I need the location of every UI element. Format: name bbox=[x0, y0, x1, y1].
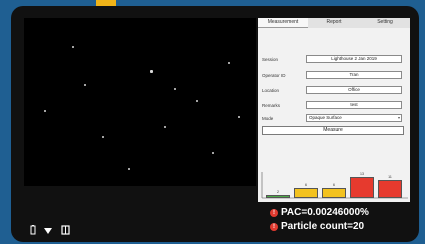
location-field[interactable]: Office bbox=[306, 86, 402, 94]
particle-dot bbox=[128, 168, 130, 170]
operator-field[interactable]: Tran bbox=[306, 71, 402, 79]
operator-label: Operator ID bbox=[262, 73, 286, 78]
session-label: Session bbox=[262, 57, 279, 62]
particle-dot bbox=[228, 62, 230, 64]
location-label: Location bbox=[262, 88, 280, 93]
particle-dot bbox=[44, 110, 46, 112]
chart-bar-value: 6 bbox=[305, 183, 307, 187]
mode-label: Mode bbox=[262, 116, 274, 121]
chart-bar bbox=[266, 195, 290, 198]
particle-dot bbox=[164, 126, 166, 128]
particle-dot bbox=[196, 100, 198, 102]
particle-dot bbox=[174, 88, 176, 90]
battery-icon bbox=[30, 225, 36, 235]
particle-dot bbox=[84, 84, 86, 86]
pac-readout: ! PAC=0.00246000% bbox=[270, 207, 369, 219]
tab-setting[interactable]: Setting bbox=[360, 18, 410, 27]
particle-size-chart: 2 6 6 13 11 bbox=[258, 170, 410, 202]
chevron-down-icon: ▾ bbox=[397, 115, 400, 120]
chart-bar-value: 2 bbox=[277, 190, 279, 194]
particle-dot bbox=[102, 136, 104, 138]
tab-report[interactable]: Report bbox=[309, 18, 359, 27]
particle-dot bbox=[212, 152, 214, 154]
remarks-field[interactable]: test bbox=[306, 101, 402, 109]
chart-bar bbox=[294, 188, 318, 198]
chart-bar-value: 11 bbox=[388, 175, 392, 179]
particle-dot bbox=[72, 46, 74, 48]
status-icons bbox=[30, 222, 73, 235]
particle-count-readout: ! Particle count=20 bbox=[270, 221, 364, 233]
tab-measurement[interactable]: Measurement bbox=[258, 18, 308, 28]
pac-value: PAC=0.00246000% bbox=[281, 207, 369, 218]
remarks-label: Remarks bbox=[262, 103, 281, 108]
mode-select[interactable]: Opaque Surface ▾ bbox=[306, 114, 402, 122]
warning-icon: ! bbox=[270, 223, 278, 231]
chart-bar bbox=[378, 180, 402, 198]
measurement-panel: Measurement Report Setting Session Light… bbox=[258, 18, 410, 170]
camera-view bbox=[24, 18, 256, 186]
chart-bar-value: 6 bbox=[333, 183, 335, 187]
warning-icon: ! bbox=[270, 209, 278, 217]
chart-bar bbox=[350, 177, 374, 198]
particle-dot bbox=[238, 116, 240, 118]
particle-count-value: Particle count=20 bbox=[281, 221, 365, 232]
measure-button[interactable]: Measure bbox=[262, 126, 404, 135]
particle-dot bbox=[150, 70, 153, 73]
wifi-icon bbox=[44, 228, 53, 234]
tab-bar: Measurement Report Setting bbox=[258, 18, 410, 28]
chart-bar-value: 13 bbox=[360, 172, 364, 176]
chart-bar bbox=[322, 188, 346, 198]
session-field[interactable]: Lighthouse 2 Jan 2019 bbox=[306, 55, 402, 63]
storage-icon bbox=[61, 225, 70, 235]
mode-select-value: Opaque Surface bbox=[309, 115, 342, 120]
